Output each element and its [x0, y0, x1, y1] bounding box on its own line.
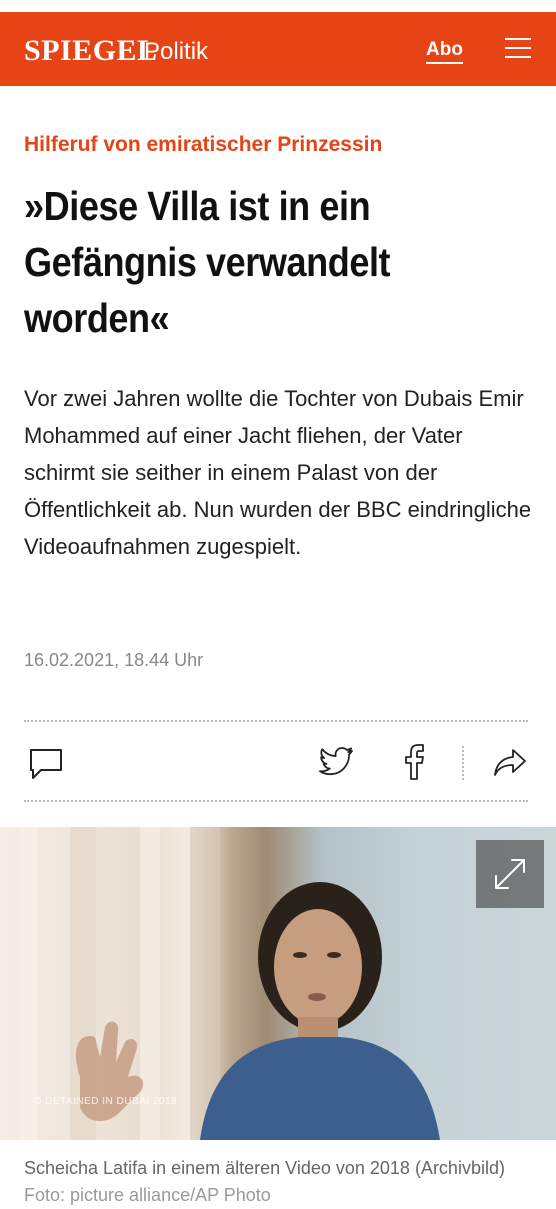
- comment-icon[interactable]: [29, 748, 63, 785]
- article-photo[interactable]: © DETAINED IN DUBAI 2018: [0, 827, 556, 1140]
- twitter-icon[interactable]: [318, 746, 354, 783]
- article-kicker: Hilferuf von emiratischer Prinzessin: [24, 133, 383, 156]
- divider-bottom: [24, 800, 528, 802]
- hamburger-menu-icon[interactable]: [505, 38, 533, 60]
- photo-credit: Foto: picture alliance/AP Photo: [24, 1185, 271, 1205]
- publish-date: 16.02.2021, 18.44 Uhr: [24, 650, 204, 670]
- section-name[interactable]: Politik: [144, 38, 208, 66]
- spiegel-logo[interactable]: SPIEGEL: [24, 34, 158, 68]
- divider-top: [24, 720, 528, 722]
- share-icon[interactable]: [493, 748, 527, 783]
- article-teaser: Vor zwei Jahren wollte die Tochter von D…: [24, 386, 532, 559]
- caption-text: Scheicha Latifa in einem älteren Video v…: [24, 1158, 505, 1178]
- site-header: SPIEGEL Politik Abo: [0, 12, 556, 86]
- article-headline: »Diese Villa ist in ein Gefängnis verwan…: [24, 183, 391, 341]
- actions-separator: [462, 746, 464, 780]
- photo-illustration: [20, 827, 440, 1140]
- abo-link[interactable]: Abo: [426, 39, 463, 64]
- expand-icon[interactable]: [476, 840, 544, 908]
- facebook-icon[interactable]: [403, 744, 427, 785]
- photo-caption: Scheicha Latifa in einem älteren Video v…: [24, 1155, 544, 1209]
- photo-watermark: © DETAINED IN DUBAI 2018: [34, 1096, 178, 1107]
